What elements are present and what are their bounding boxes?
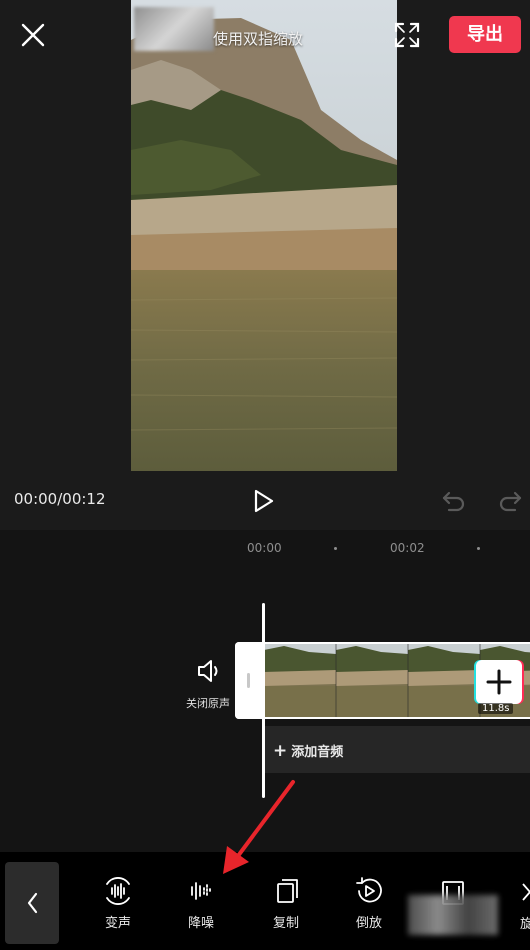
back-button[interactable] bbox=[5, 862, 59, 944]
clip-trim-handle[interactable] bbox=[235, 642, 264, 719]
undo-icon[interactable] bbox=[441, 489, 467, 513]
time-tick: 00:00 bbox=[247, 541, 282, 555]
handle-grip bbox=[247, 673, 250, 688]
voice-change-icon bbox=[106, 877, 130, 905]
time-tick: 00:02 bbox=[390, 541, 425, 555]
zoom-hint: 使用双指缩放 bbox=[213, 30, 304, 48]
tool-copy[interactable]: 复制 bbox=[256, 876, 316, 931]
copy-icon bbox=[277, 879, 298, 903]
tick-dot bbox=[334, 547, 337, 550]
tool-label: 复制 bbox=[272, 916, 299, 931]
tool-label: 旋 bbox=[520, 917, 530, 932]
mute-original-label[interactable]: 关闭原声 bbox=[186, 695, 230, 711]
tool-label: 降噪 bbox=[187, 916, 214, 931]
blurred-region bbox=[408, 895, 498, 935]
export-button[interactable]: 导出 bbox=[449, 16, 521, 53]
fullscreen-icon[interactable] bbox=[394, 22, 420, 48]
tool-label: 倒放 bbox=[355, 916, 382, 931]
play-icon[interactable] bbox=[252, 488, 276, 514]
add-audio-text: 添加音频 bbox=[291, 745, 344, 760]
clip-duration: 11.8s bbox=[478, 703, 514, 714]
tool-label: 变声 bbox=[104, 916, 131, 931]
tool-reverse[interactable]: 倒放 bbox=[339, 876, 399, 931]
tick-dot bbox=[477, 547, 480, 550]
add-audio-button[interactable]: + 添加音频 bbox=[263, 726, 530, 773]
tool-rotate-partial[interactable]: 旋 bbox=[520, 880, 530, 932]
tool-voice-change[interactable]: 变声 bbox=[88, 876, 148, 931]
playhead[interactable] bbox=[262, 603, 265, 798]
reverse-play-icon bbox=[356, 877, 382, 903]
annotation-arrow bbox=[223, 780, 295, 874]
add-audio-label: + 添加音频 bbox=[273, 741, 343, 761]
close-icon[interactable] bbox=[18, 20, 48, 50]
add-clip-button[interactable] bbox=[476, 660, 522, 704]
timecode: 00:00/00:12 bbox=[14, 490, 106, 508]
plus-icon: + bbox=[273, 741, 288, 761]
blurred-thumbnail bbox=[134, 7, 214, 51]
redo-icon[interactable] bbox=[497, 489, 523, 513]
video-preview[interactable] bbox=[131, 0, 397, 471]
noise-reduction-icon bbox=[191, 882, 211, 900]
speaker-icon[interactable] bbox=[196, 658, 222, 684]
tool-noise-reduction[interactable]: 降噪 bbox=[171, 876, 231, 931]
